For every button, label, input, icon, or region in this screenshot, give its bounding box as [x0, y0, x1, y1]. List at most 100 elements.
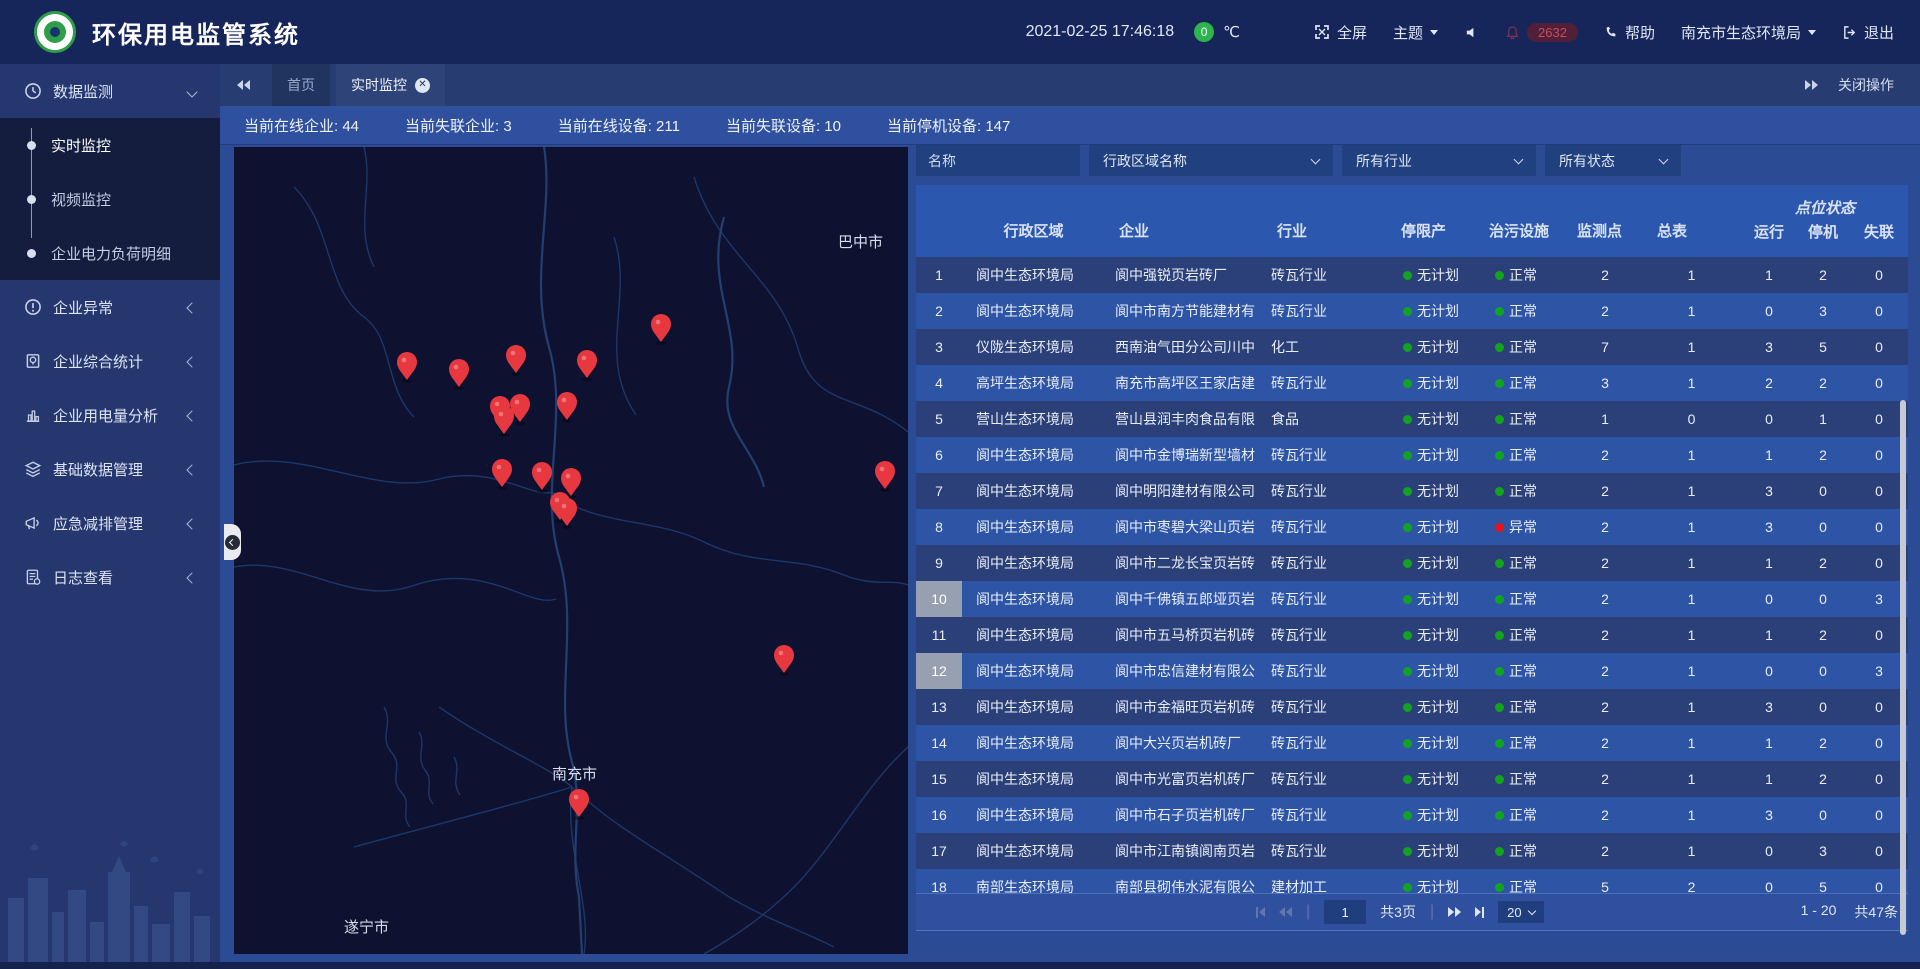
- map-pin-icon[interactable]: [397, 352, 417, 383]
- tabs-scroll-right-button[interactable]: [1805, 80, 1818, 90]
- logout-button[interactable]: 退出: [1842, 22, 1894, 43]
- alert-circle-icon: [24, 298, 42, 316]
- cell-company: 阆中强锐页岩砖厂: [1105, 265, 1265, 285]
- cell-stopped: 2: [1796, 447, 1850, 463]
- vertical-scrollbar[interactable]: [1900, 400, 1906, 935]
- map-pin-icon[interactable]: [557, 392, 577, 423]
- sidebar-item-data-monitor[interactable]: 数据监测: [0, 64, 220, 118]
- table-row[interactable]: 15阆中生态环境局阆中市光富页岩机砖厂砖瓦行业无计划正常21120: [916, 761, 1908, 797]
- table-row[interactable]: 11阆中生态环境局阆中市五马桥页岩机砖砖瓦行业无计划正常21120: [916, 617, 1908, 653]
- map-pin-icon[interactable]: [875, 461, 895, 492]
- first-page-button[interactable]: [1256, 907, 1265, 918]
- cell-stopped: 3: [1796, 303, 1850, 319]
- table-row[interactable]: 18南部生态环境局南部县砌伟水泥有限公建材加工无计划正常52050: [916, 869, 1908, 893]
- table-row[interactable]: 1阆中生态环境局阆中强锐页岩砖厂砖瓦行业无计划正常21120: [916, 257, 1908, 293]
- cell-stop-limit: 无计划: [1393, 517, 1481, 537]
- sidebar-item-power-analysis[interactable]: 企业用电量分析: [0, 388, 220, 442]
- industry-select[interactable]: 所有行业: [1342, 145, 1536, 176]
- table-row[interactable]: 8阆中生态环境局阆中市枣碧大梁山页岩砖瓦行业无计划异常21300: [916, 509, 1908, 545]
- cell-company: 阆中市江南镇阆南页岩: [1105, 841, 1265, 861]
- panel-collapse-handle[interactable]: [224, 524, 241, 560]
- page-number-input[interactable]: [1324, 900, 1366, 924]
- sidebar-item-company-statistics[interactable]: 企业综合统计: [0, 334, 220, 388]
- cell-points: 2: [1569, 771, 1641, 787]
- table-row[interactable]: 2阆中生态环境局阆中市南方节能建材有砖瓦行业无计划正常21030: [916, 293, 1908, 329]
- cell-stopped: 5: [1796, 339, 1850, 355]
- map-pin-icon[interactable]: [577, 350, 597, 381]
- next-page-button[interactable]: [1448, 907, 1461, 917]
- region-select[interactable]: 行政区域名称: [1089, 145, 1333, 176]
- map-pin-icon[interactable]: [557, 498, 577, 529]
- cell-industry: 砖瓦行业: [1265, 301, 1393, 321]
- map-pin-icon[interactable]: [506, 345, 526, 376]
- table-header: 行政区域 企业 行业 停限产 治污设施 监测点 总表 点位状态 运行 停机 失联: [916, 185, 1908, 257]
- sidebar-subitem-power-load-detail[interactable]: 企业电力负荷明细: [0, 226, 220, 280]
- pagination-controls: | 共3页 | 20: [1256, 900, 1544, 924]
- prev-page-button[interactable]: [1279, 907, 1292, 917]
- cell-region: 营山生态环境局: [962, 409, 1105, 429]
- app-window: 环保用电监管系统 2021-02-25 17:46:18 0 ℃ 全屏 主题: [0, 0, 1920, 969]
- cell-running: 2: [1742, 375, 1796, 391]
- cell-region: 高坪生态环境局: [962, 373, 1105, 393]
- cell-running: 0: [1742, 663, 1796, 679]
- map-pin-icon[interactable]: [569, 789, 589, 820]
- sidebar-subitem-realtime-monitor[interactable]: 实时监控: [0, 118, 220, 172]
- table-row[interactable]: 3仪陇生态环境局西南油气田分公司川中化工无计划正常71350: [916, 329, 1908, 365]
- row-index: 18: [916, 869, 962, 893]
- sidebar-item-company-abnormal[interactable]: 企业异常: [0, 280, 220, 334]
- page-size-select[interactable]: 20: [1498, 901, 1543, 923]
- cell-company: 阆中市二龙长宝页岩砖: [1105, 553, 1265, 573]
- table-row[interactable]: 6阆中生态环境局阆中市金博瑞新型墙材砖瓦行业无计划正常21120: [916, 437, 1908, 473]
- help-button[interactable]: 帮助: [1604, 22, 1655, 43]
- chevron-left-icon: [188, 569, 196, 586]
- close-tab-icon[interactable]: ✕: [415, 78, 430, 93]
- sidebar-item-log-view[interactable]: 日志查看: [0, 550, 220, 604]
- table-row[interactable]: 16阆中生态环境局阆中市石子页岩机砖厂砖瓦行业无计划正常21300: [916, 797, 1908, 833]
- notifications[interactable]: 2632: [1505, 23, 1578, 42]
- cell-points: 2: [1569, 303, 1641, 319]
- sidebar-item-base-data[interactable]: 基础数据管理: [0, 442, 220, 496]
- table-row[interactable]: 10阆中生态环境局阆中千佛镇五郎垭页岩砖瓦行业无计划正常21003: [916, 581, 1908, 617]
- table-row[interactable]: 13阆中生态环境局阆中市金福旺页岩机砖砖瓦行业无计划正常21300: [916, 689, 1908, 725]
- table-row[interactable]: 17阆中生态环境局阆中市江南镇阆南页岩砖瓦行业无计划正常21030: [916, 833, 1908, 869]
- table-row[interactable]: 14阆中生态环境局阆中大兴页岩机砖厂砖瓦行业无计划正常21120: [916, 725, 1908, 761]
- map-pin-icon[interactable]: [492, 459, 512, 490]
- map-panel[interactable]: 巴中市南充市遂宁市: [234, 147, 908, 954]
- last-page-button[interactable]: [1475, 907, 1484, 918]
- table-row[interactable]: 12阆中生态环境局阆中市忠信建材有限公砖瓦行业无计划正常21003: [916, 653, 1908, 689]
- map-pin-icon[interactable]: [774, 645, 794, 676]
- fullscreen-icon: [1314, 24, 1330, 40]
- status-dot-green: [1403, 739, 1412, 748]
- map-pin-icon[interactable]: [532, 462, 552, 493]
- sidebar-subitem-video-monitor[interactable]: 视频监控: [0, 172, 220, 226]
- status-dot-green: [1403, 379, 1412, 388]
- cell-stopped: 2: [1796, 771, 1850, 787]
- status-dot-green: [1403, 523, 1412, 532]
- chevron-down-icon: [1514, 154, 1524, 164]
- sidebar-item-label: 企业异常: [53, 297, 113, 318]
- row-index: 2: [916, 293, 962, 329]
- sound-toggle[interactable]: [1464, 25, 1479, 40]
- sidebar-submenu: 实时监控视频监控企业电力负荷明细: [0, 118, 220, 280]
- table-row[interactable]: 4高坪生态环境局南充市高坪区王家店建砖瓦行业无计划正常31220: [916, 365, 1908, 401]
- tabs-scroll-left-button[interactable]: [220, 64, 266, 106]
- cell-facility: 正常: [1481, 697, 1569, 717]
- sidebar-item-label: 应急减排管理: [53, 513, 143, 534]
- close-operations-button[interactable]: 关闭操作: [1838, 75, 1894, 95]
- sidebar-item-emergency-reduce[interactable]: 应急减排管理: [0, 496, 220, 550]
- theme-dropdown[interactable]: 主题: [1393, 22, 1438, 43]
- map-pin-icon[interactable]: [449, 359, 469, 390]
- table-row[interactable]: 7阆中生态环境局阆中明阳建材有限公司砖瓦行业无计划正常21300: [916, 473, 1908, 509]
- table-row[interactable]: 9阆中生态环境局阆中市二龙长宝页岩砖砖瓦行业无计划正常21120: [916, 545, 1908, 581]
- fullscreen-button[interactable]: 全屏: [1314, 22, 1367, 43]
- map-pin-icon[interactable]: [651, 314, 671, 345]
- tab-home[interactable]: 首页: [272, 64, 330, 106]
- table-row[interactable]: 5营山生态环境局营山县润丰肉食品有限食品无计划正常10010: [916, 401, 1908, 437]
- map-pin-icon[interactable]: [494, 406, 514, 437]
- name-search-input[interactable]: [916, 145, 1080, 176]
- cell-industry: 砖瓦行业: [1265, 769, 1393, 789]
- tab-realtime-monitor[interactable]: 实时监控 ✕: [336, 64, 445, 106]
- cell-stopped: 2: [1796, 555, 1850, 571]
- org-dropdown[interactable]: 南充市生态环境局: [1681, 22, 1816, 43]
- status-select[interactable]: 所有状态: [1545, 145, 1681, 176]
